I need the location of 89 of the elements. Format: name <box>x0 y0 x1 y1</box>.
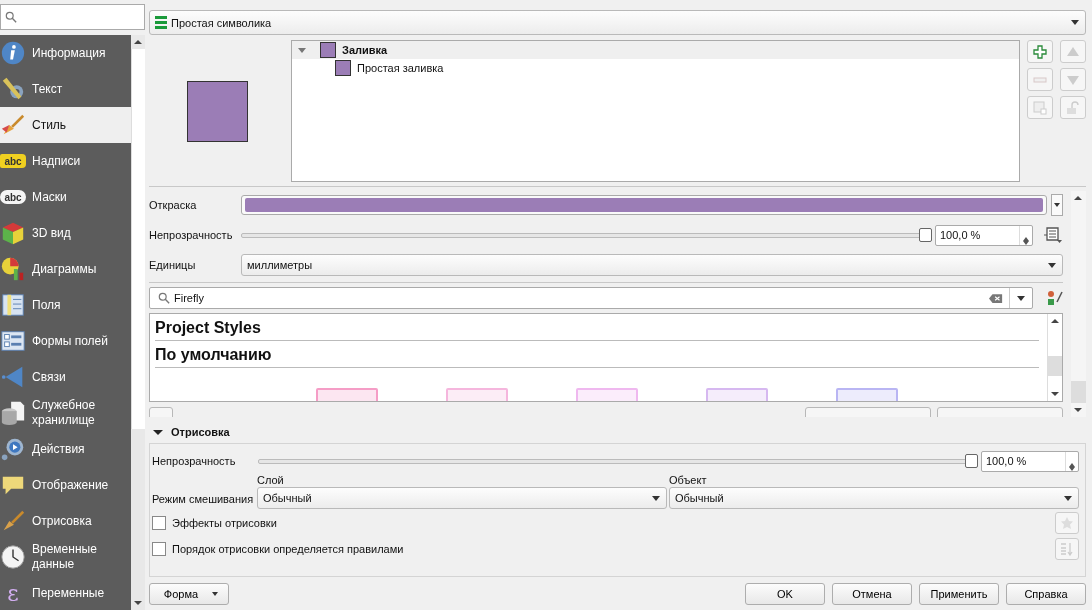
opacity-slider[interactable] <box>241 227 931 243</box>
sidebar-item[interactable]: Временные данные <box>0 539 131 575</box>
info-icon <box>0 40 26 66</box>
opacity-spinbox[interactable]: 100,0 % <box>935 224 1033 246</box>
variable-icon: ε <box>0 585 26 601</box>
clock-icon <box>0 544 26 570</box>
move-down-button[interactable] <box>1060 68 1086 91</box>
clear-icon[interactable] <box>989 292 1003 304</box>
units-dropdown[interactable]: миллиметры <box>241 254 1063 276</box>
sort-icon <box>1060 542 1074 556</box>
field-label: Откраска <box>149 198 198 212</box>
tree-label: Простая заливка <box>357 62 444 74</box>
caret-icon <box>212 592 219 596</box>
sidebar-item[interactable]: Диаграммы <box>0 251 131 287</box>
label-tag-icon: abc <box>0 154 26 168</box>
add-layer-button[interactable] <box>1027 40 1053 63</box>
sidebar-item[interactable]: Формы полей <box>0 323 131 359</box>
style-manager-icon[interactable] <box>1047 290 1063 306</box>
opacity-slider[interactable] <box>258 453 977 469</box>
sidebar-item[interactable]: abc Маски <box>0 179 131 215</box>
star-icon <box>1060 516 1074 530</box>
search-value: Firefly <box>173 292 205 304</box>
sidebar-item[interactable]: Служебное хранилище <box>0 395 131 431</box>
cube-icon <box>0 220 26 246</box>
symbol-preview <box>186 80 248 142</box>
sort-button[interactable] <box>1055 538 1079 560</box>
mask-icon: abc <box>0 190 26 204</box>
sidebar-item[interactable]: Стиль <box>0 107 131 143</box>
style-menu-button[interactable]: Форма <box>149 583 229 605</box>
sidebar-item[interactable]: Текст <box>0 71 131 107</box>
lock-button[interactable] <box>1060 96 1086 119</box>
sidebar-item[interactable]: 3D вид <box>0 215 131 251</box>
data-defined-icon[interactable] <box>1043 226 1063 244</box>
section-header[interactable]: Отрисовка <box>149 421 1086 443</box>
list-icon <box>155 15 167 30</box>
tree-label: Заливка <box>342 44 388 56</box>
tree-item[interactable]: Заливка <box>292 41 1019 59</box>
field-label: Объект <box>669 474 708 486</box>
fill-swatch <box>335 60 351 76</box>
blend-mode-dropdown[interactable]: Обычный <box>669 487 1079 509</box>
dialog-button[interactable]: Справка <box>1006 583 1086 605</box>
sidebar-item[interactable]: Отображение <box>0 467 131 503</box>
sidebar-item[interactable]: Информация <box>0 35 131 71</box>
tree-item[interactable]: Простая заливка <box>292 59 1019 77</box>
remove-layer-button[interactable] <box>1027 68 1053 91</box>
table-icon <box>0 292 26 318</box>
style-group-heading: Project Styles <box>155 314 1039 341</box>
fill-swatch <box>320 42 336 58</box>
gear-play-icon <box>0 436 26 462</box>
blend-mode-dropdown[interactable]: Обычный <box>257 487 667 509</box>
scrollbar[interactable] <box>131 35 145 610</box>
duplicate-button[interactable] <box>1027 96 1053 119</box>
search-field[interactable] <box>0 4 145 30</box>
field-label: Непрозрачность <box>152 454 237 468</box>
dropdown-button[interactable] <box>1051 194 1063 216</box>
form-icon <box>0 328 26 354</box>
caret-icon <box>1071 20 1079 25</box>
checkbox[interactable]: Порядок отрисовки определяется правилами <box>152 542 1055 556</box>
expand-arrow-icon[interactable] <box>298 47 306 53</box>
dialog-button[interactable]: Отмена <box>832 583 912 605</box>
field-label: Непрозрачность <box>149 228 234 242</box>
style-group-heading: По умолчанию <box>155 341 1039 368</box>
scrollbar[interactable] <box>1047 314 1062 401</box>
color-button[interactable] <box>241 195 1047 215</box>
sidebar-item[interactable]: ε Переменные <box>0 575 131 610</box>
sidebar-item[interactable]: Поля <box>0 287 131 323</box>
sidebar-item[interactable]: Действия <box>0 431 131 467</box>
scrollbar[interactable] <box>1071 191 1086 417</box>
dialog-button[interactable]: Применить <box>919 583 999 605</box>
sidebar-item[interactable]: Отрисовка <box>0 503 131 539</box>
move-up-button[interactable] <box>1060 40 1086 63</box>
chart-icon <box>0 256 26 282</box>
search-icon <box>158 292 170 304</box>
checkbox[interactable]: Эффекты отрисовки <box>152 516 1055 530</box>
field-label: Режим смешивания <box>152 493 255 507</box>
lock-icon <box>1066 100 1080 115</box>
opacity-spinbox[interactable]: 100,0 % <box>981 450 1079 472</box>
copy-icon <box>1033 100 1047 115</box>
sidebar-item[interactable]: abc Надписи <box>0 143 131 179</box>
effects-button[interactable] <box>1055 512 1079 534</box>
field-label: Слой <box>257 474 285 486</box>
plus-icon <box>1033 44 1047 59</box>
field-label: Единицы <box>149 258 197 272</box>
database-icon <box>0 400 26 426</box>
sidebar-item[interactable]: Связи <box>0 359 131 395</box>
style-search-field[interactable]: Firefly <box>149 287 1033 309</box>
dialog-button[interactable]: OK <box>745 583 825 605</box>
search-icon <box>5 11 17 23</box>
renderer-dropdown[interactable]: Простая символика <box>149 10 1086 35</box>
